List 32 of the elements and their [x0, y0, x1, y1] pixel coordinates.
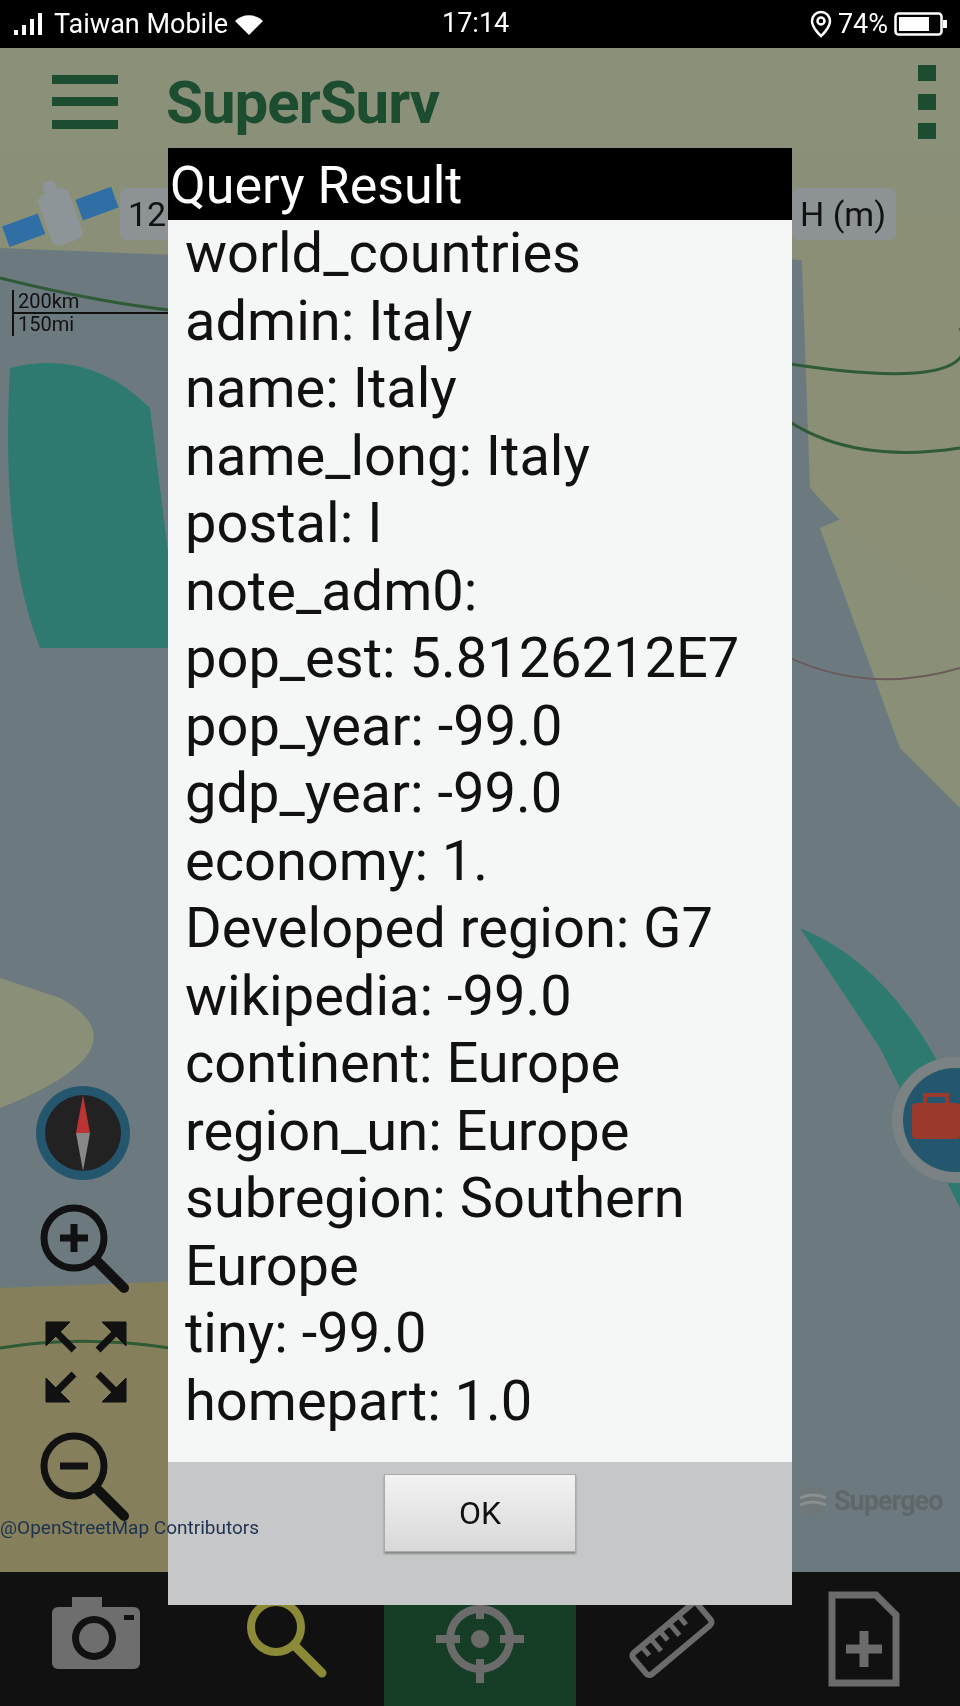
globe-icon — [796, 1484, 830, 1518]
ok-button[interactable]: OK — [384, 1474, 576, 1552]
result-line: name_long: Italy — [185, 422, 591, 490]
result-line: tiny: -99.0 — [185, 1300, 428, 1368]
result-line: Developed region: G7 — [185, 895, 714, 963]
result-line: gdp_year: -99.0 — [185, 760, 564, 828]
result-line: name: Italy — [185, 355, 458, 423]
app-title: SuperSurv — [166, 66, 441, 138]
dialog-title: Query Result — [168, 148, 792, 220]
battery-icon — [894, 12, 948, 36]
result-line: admin: Italy — [185, 287, 474, 355]
scale-label: 150mi — [17, 313, 76, 336]
clock-time: 17:14 — [442, 7, 510, 39]
battery-percent: 74% — [837, 8, 888, 40]
result-line: wikipedia: -99.0 — [185, 962, 573, 1030]
full-extent-icon[interactable] — [44, 1320, 128, 1404]
compass-icon[interactable] — [33, 1083, 133, 1183]
height-label: H (m) — [792, 188, 896, 240]
result-line: homepart: 1.0 — [185, 1367, 534, 1435]
carrier-name: Taiwan Mobile — [54, 8, 229, 40]
result-line: region_un: Europe — [185, 1097, 631, 1165]
menu-icon[interactable] — [52, 75, 118, 129]
location-icon — [809, 10, 832, 38]
result-line: pop_est: 5.8126212E7 — [185, 625, 741, 693]
result-line: note_adm0: — [185, 557, 479, 625]
scale-label: 200km — [17, 290, 81, 313]
result-line: continent: Europe — [185, 1030, 622, 1098]
wifi-icon — [234, 13, 265, 35]
result-line: economy: 1. — [185, 827, 490, 895]
more-options-icon[interactable] — [918, 65, 936, 139]
result-line: postal: I — [185, 490, 384, 558]
result-line: pop_year: -99.0 — [185, 692, 564, 760]
